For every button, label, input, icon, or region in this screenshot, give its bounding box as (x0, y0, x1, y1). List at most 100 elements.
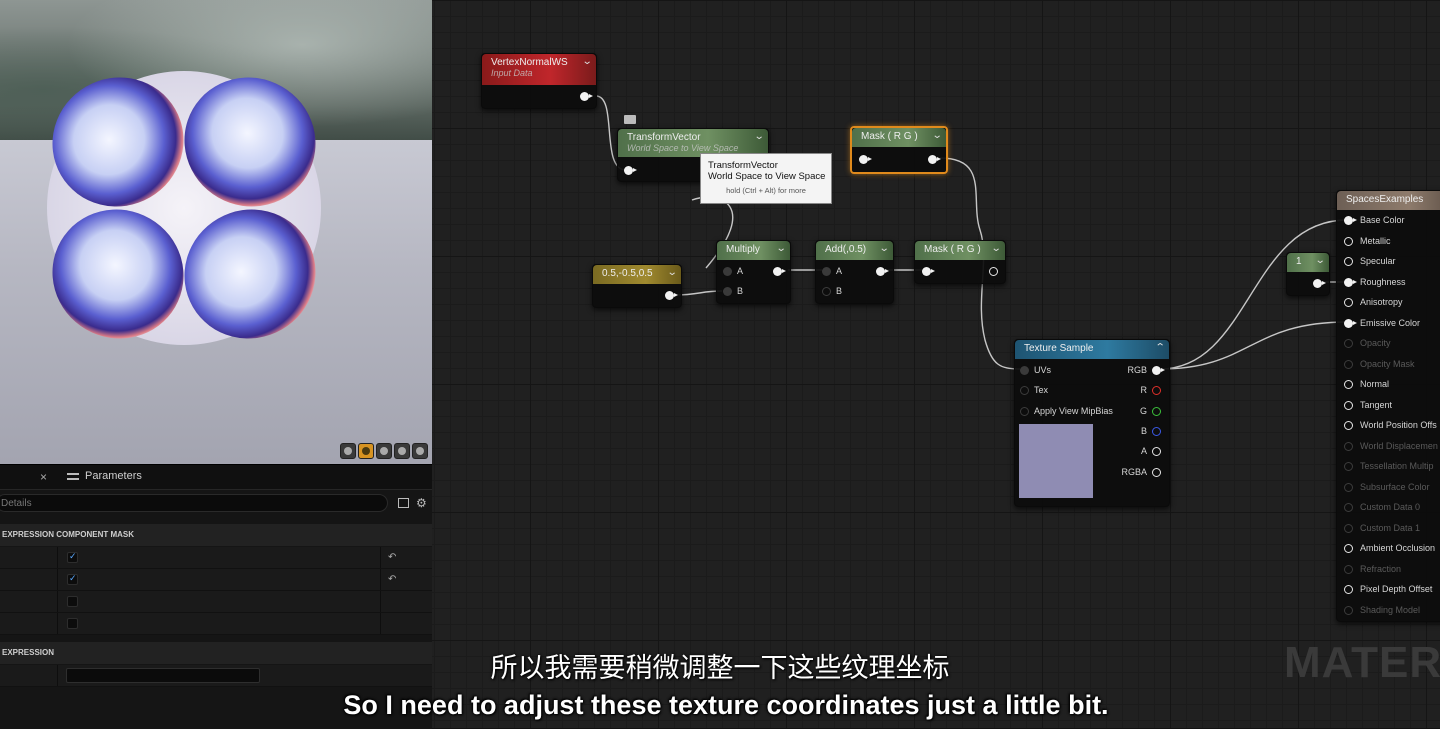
parameters-icon (67, 471, 79, 481)
node-title: Add(,0.5) (825, 244, 867, 255)
node-constant-1[interactable]: 1 ⌄ (1286, 252, 1330, 296)
mask-r-row: ↶ (0, 547, 432, 569)
cylinder-preview-button[interactable] (340, 443, 356, 459)
output-pin-a[interactable] (1152, 447, 1161, 456)
cube-preview-button[interactable] (394, 443, 410, 459)
result-input-pin[interactable] (1344, 216, 1357, 225)
result-input-pin[interactable] (1344, 544, 1353, 553)
chevron-down-icon[interactable]: ⌄ (753, 131, 764, 142)
node-title: 0.5,-0.5,0.5 (602, 268, 653, 279)
result-input-pin[interactable] (1344, 298, 1353, 307)
input-pin-uvs[interactable] (1020, 366, 1029, 375)
output-pin[interactable] (665, 291, 678, 300)
result-input-pin[interactable] (1344, 605, 1353, 615)
result-input-pin[interactable] (1344, 482, 1353, 492)
result-input-pin[interactable] (1344, 277, 1357, 287)
pin-label: B (836, 286, 843, 296)
result-input-pin[interactable] (1344, 503, 1353, 512)
chevron-up-icon[interactable]: ⌄ (1154, 340, 1165, 351)
result-input-pin[interactable] (1344, 523, 1353, 533)
viewport-shape-toolbar (340, 443, 428, 459)
chevron-down-icon[interactable]: ⌄ (1314, 255, 1325, 266)
output-pin[interactable] (1313, 279, 1326, 288)
input-pin-a[interactable] (723, 267, 732, 276)
input-pin-b[interactable] (822, 287, 831, 296)
output-pin[interactable] (773, 267, 786, 276)
comment-icon[interactable] (624, 115, 636, 124)
node-title: VertexNormalWS (491, 57, 568, 68)
material-preview-viewport[interactable] (0, 0, 432, 464)
node-vertex-normal-ws[interactable]: VertexNormalWS Input Data ⌄ (481, 53, 597, 109)
section-expression-component-mask[interactable]: EXPRESSION COMPONENT MASK (0, 524, 432, 546)
mask-a-checkbox[interactable] (67, 618, 78, 629)
node-title: SpacesExamples (1346, 194, 1424, 205)
result-input-pin[interactable] (1344, 339, 1353, 348)
output-pin-rgb[interactable] (1152, 366, 1165, 375)
node-mask-rg[interactable]: Mask ( R G ) ⌄ (914, 240, 1006, 284)
input-pin[interactable] (922, 267, 935, 276)
chevron-down-icon[interactable]: ⌄ (931, 130, 942, 141)
table-view-icon[interactable] (398, 498, 409, 508)
result-input-pin[interactable] (1344, 318, 1357, 328)
details-search-input[interactable]: Details (0, 494, 388, 512)
chevron-down-icon[interactable]: ⌄ (666, 267, 677, 278)
reset-icon[interactable]: ↶ (388, 574, 396, 585)
mask-g-checkbox[interactable] (67, 573, 78, 585)
mask-b-checkbox[interactable] (67, 596, 78, 607)
output-pin[interactable] (928, 155, 941, 164)
node-title: 1 (1296, 256, 1302, 267)
node-material-result[interactable]: SpacesExamples Base Color Metallic Specula… (1336, 190, 1440, 622)
result-input-pin[interactable] (1344, 359, 1353, 369)
output-pin-r[interactable] (1152, 386, 1161, 395)
node-add[interactable]: Add(,0.5) ⌄ A B (815, 240, 894, 304)
output-pin[interactable] (989, 267, 998, 276)
chevron-down-icon[interactable]: ⌄ (878, 243, 889, 254)
result-input-pin[interactable] (1344, 564, 1353, 574)
result-input-pin[interactable] (1344, 441, 1353, 451)
input-pin[interactable] (859, 155, 872, 164)
output-pin-rgba[interactable] (1152, 468, 1161, 477)
cube-icon (398, 447, 406, 455)
result-input-pin[interactable] (1344, 400, 1353, 410)
close-tab-icon[interactable]: × (40, 470, 47, 484)
pin-label: A (836, 266, 843, 276)
subtitle-chinese: 所以我需要稍微调整一下这些纹理坐标 (490, 653, 950, 684)
node-constant-vector[interactable]: 0.5,-0.5,0.5 ⌄ (592, 264, 682, 308)
node-multiply[interactable]: Multiply ⌄ A B (716, 240, 791, 304)
chevron-down-icon[interactable]: ⌄ (581, 56, 592, 67)
result-pin-label: Metallic (1360, 235, 1391, 246)
input-pin[interactable] (624, 166, 637, 175)
plane-preview-button[interactable] (376, 443, 392, 459)
node-title: Texture Sample (1024, 343, 1094, 354)
chevron-down-icon[interactable]: ⌄ (775, 243, 786, 254)
node-title: Multiply (726, 244, 760, 255)
pin-label: RGB (1127, 365, 1147, 375)
input-pin-mipbias[interactable] (1020, 407, 1029, 416)
result-input-pin[interactable] (1344, 236, 1353, 246)
output-pin-g[interactable] (1152, 407, 1161, 416)
input-pin-a[interactable] (822, 267, 831, 276)
result-pin-label: Tangent (1360, 399, 1393, 410)
result-input-pin[interactable] (1344, 421, 1353, 430)
output-pin[interactable] (876, 267, 889, 276)
node-texture-sample[interactable]: Texture Sample ⌄ UVs Tex Apply View MipB… (1014, 339, 1170, 507)
sphere-preview-button[interactable] (358, 443, 374, 459)
result-input-pin[interactable] (1344, 585, 1353, 594)
chevron-down-icon[interactable]: ⌄ (990, 243, 1001, 254)
result-input-pin[interactable] (1344, 380, 1353, 389)
material-graph-canvas[interactable] (432, 0, 1440, 728)
input-pin-b[interactable] (723, 287, 732, 296)
mask-r-checkbox[interactable] (67, 551, 78, 563)
node-mask-rg-selected[interactable]: Mask ( R G ) ⌄ (850, 126, 948, 174)
texture-thumbnail (1019, 424, 1093, 498)
gear-icon[interactable]: ⚙ (416, 496, 427, 510)
input-pin-tex[interactable] (1020, 386, 1029, 395)
reset-icon[interactable]: ↶ (388, 552, 396, 563)
output-pin[interactable] (580, 92, 593, 101)
custom-mesh-preview-button[interactable] (412, 443, 428, 459)
details-tab-bar: × Parameters (0, 465, 432, 490)
output-pin-b[interactable] (1152, 427, 1161, 436)
result-input-pin[interactable] (1344, 257, 1353, 266)
tab-parameters[interactable]: Parameters (67, 470, 142, 482)
result-input-pin[interactable] (1344, 462, 1353, 471)
